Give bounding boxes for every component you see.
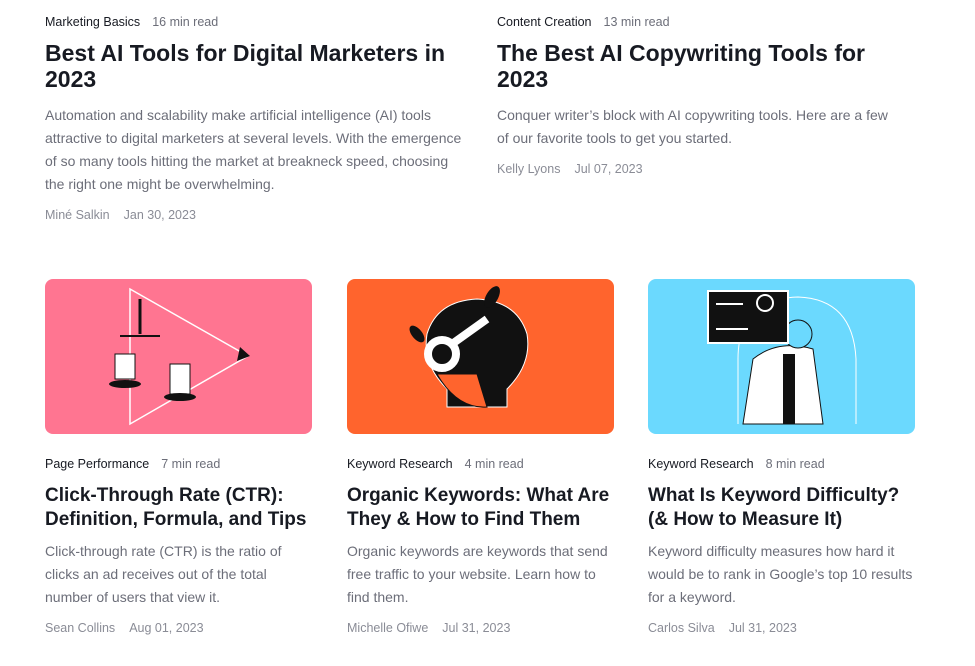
- article-excerpt: Click-through rate (CTR) is the ratio of…: [45, 543, 282, 605]
- category-link[interactable]: Page Performance: [45, 456, 149, 472]
- read-time: 4 min read: [464, 457, 524, 471]
- category-link[interactable]: Content Creation: [497, 14, 592, 30]
- author[interactable]: Carlos Silva: [648, 621, 715, 635]
- article-title[interactable]: What Is Keyword Difficulty? (& How to Me…: [648, 484, 915, 532]
- article-card[interactable]: Keyword Research 8 min read What Is Keywo…: [648, 279, 915, 635]
- article-title[interactable]: Organic Keywords: What Are They & How to…: [347, 484, 614, 532]
- read-time: 16 min read: [152, 15, 219, 29]
- scales-play-icon: [109, 287, 250, 426]
- article-title[interactable]: The Best AI Copywriting Tools for 2023: [497, 40, 897, 92]
- category-link[interactable]: Marketing Basics: [45, 14, 140, 30]
- author[interactable]: Miné Salkin: [45, 208, 110, 222]
- article-image[interactable]: [347, 279, 614, 434]
- date: Aug 01, 2023: [129, 621, 204, 635]
- date: Jul 07, 2023: [574, 162, 643, 176]
- article-featured[interactable]: Marketing Basics 16 min read Best AI Tool…: [45, 14, 465, 222]
- article-excerpt: Keyword difficulty measures how hard it …: [648, 543, 913, 605]
- category-link[interactable]: Keyword Research: [648, 456, 754, 472]
- article-excerpt: Automation and scalability make artifici…: [45, 107, 462, 192]
- read-time: 7 min read: [161, 457, 221, 471]
- article-title[interactable]: Best AI Tools for Digital Marketers in 2…: [45, 40, 465, 92]
- article-excerpt: Conquer writer’s block with AI copywriti…: [497, 107, 888, 146]
- article-featured[interactable]: Content Creation 13 min read The Best AI …: [497, 14, 897, 176]
- article-image[interactable]: [648, 279, 915, 434]
- author[interactable]: Kelly Lyons: [497, 162, 560, 176]
- article-excerpt: Organic keywords are keywords that send …: [347, 543, 608, 605]
- read-time: 13 min read: [603, 15, 670, 29]
- author[interactable]: Sean Collins: [45, 621, 115, 635]
- date: Jan 30, 2023: [123, 208, 196, 222]
- hand-key-icon: [409, 286, 529, 408]
- article-title[interactable]: Click-Through Rate (CTR): Definition, Fo…: [45, 484, 312, 532]
- doctor-xray-icon: [707, 290, 857, 425]
- read-time: 8 min read: [765, 457, 825, 471]
- date: Jul 31, 2023: [442, 621, 511, 635]
- date: Jul 31, 2023: [728, 621, 797, 635]
- author[interactable]: Michelle Ofiwe: [347, 621, 428, 635]
- category-link[interactable]: Keyword Research: [347, 456, 453, 472]
- article-card[interactable]: Page Performance 7 min read Click-Through…: [45, 279, 312, 635]
- article-image[interactable]: [45, 279, 312, 434]
- article-card[interactable]: Keyword Research 4 min read Organic Keywo…: [347, 279, 614, 635]
